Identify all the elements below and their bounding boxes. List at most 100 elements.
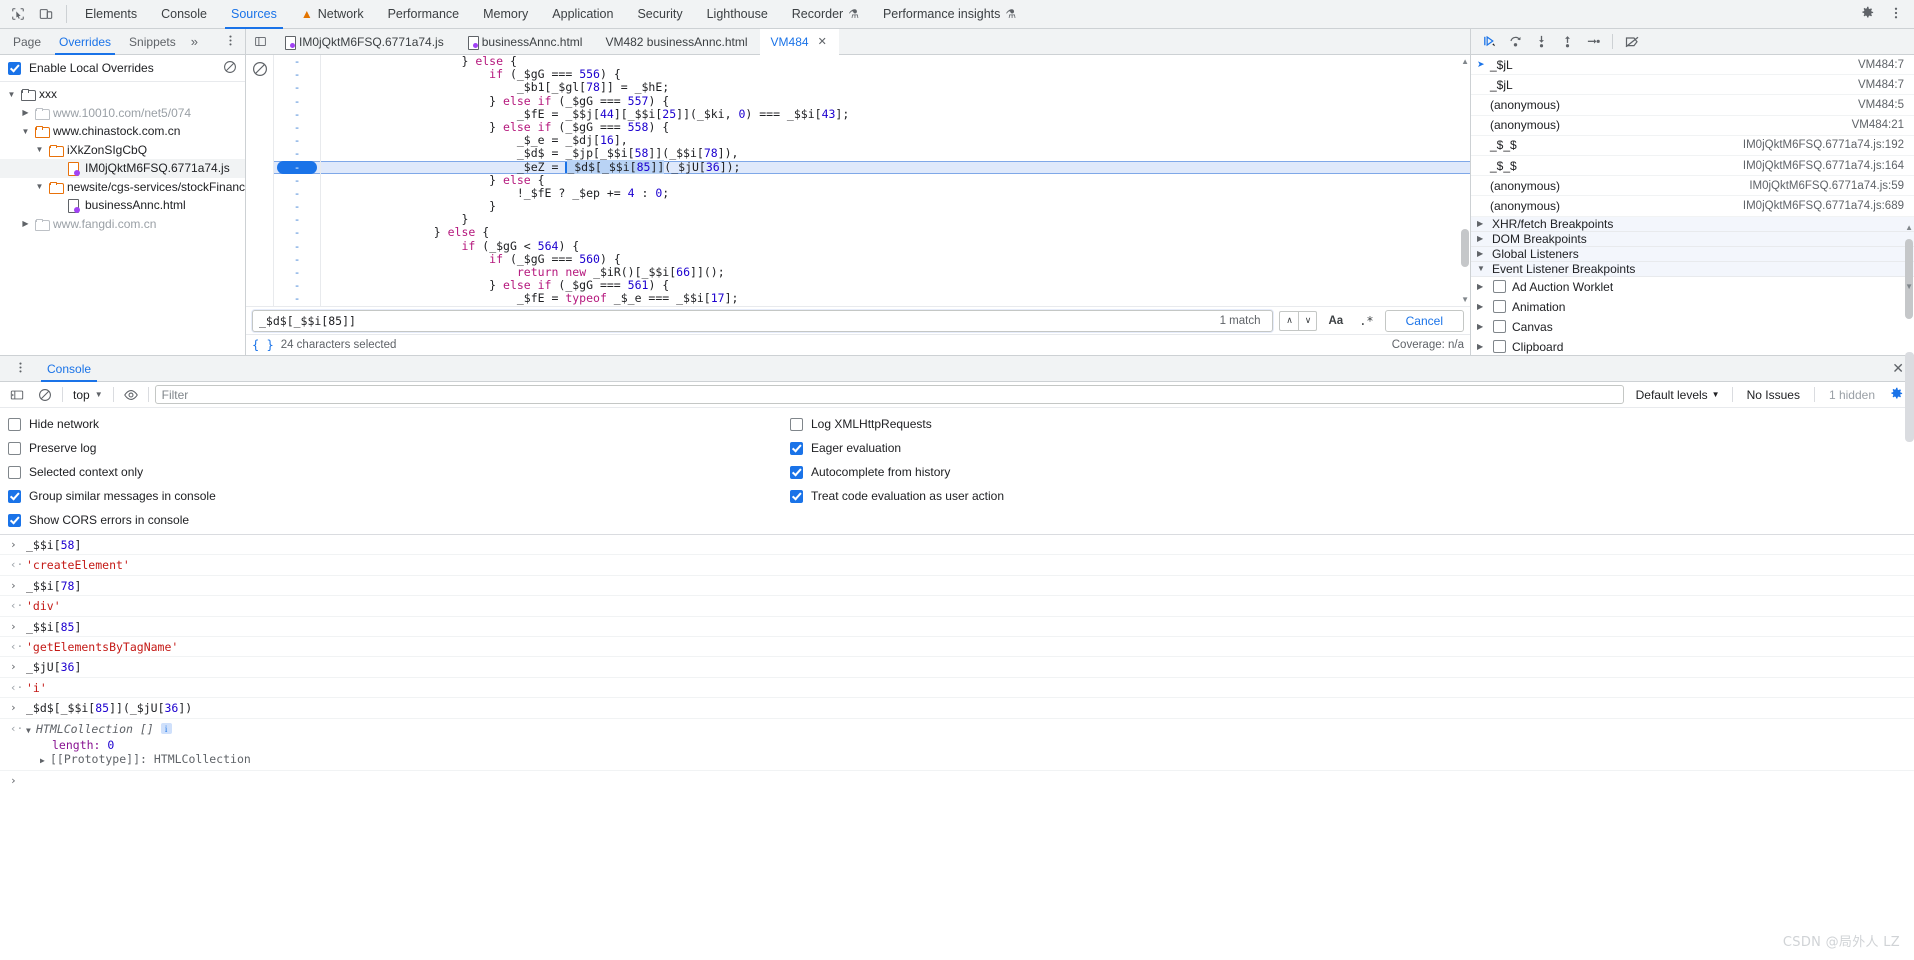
log-levels-selector[interactable]: Default levels ▼ (1630, 388, 1726, 402)
line-number[interactable]: - (274, 226, 320, 239)
tree-node-businessannc-html[interactable]: ▶ businessAnnc.html (0, 196, 245, 215)
clear-console-icon[interactable] (34, 385, 56, 405)
line-number[interactable]: - (274, 253, 320, 266)
tab-network[interactable]: ▲ Network (289, 0, 376, 29)
line-number[interactable]: - (274, 240, 320, 253)
inspect-element-icon[interactable] (4, 2, 32, 26)
info-icon[interactable]: i (160, 723, 172, 735)
navigator-more-options-icon[interactable] (216, 34, 245, 50)
code-editor[interactable]: - } else {- if (_$gG === 556) {- _$b1[_$… (246, 55, 1470, 306)
event-listener-breakpoint-item[interactable]: ▶ Canvas (1471, 317, 1914, 337)
code-line[interactable]: - _$b1[_$gl[78]] = _$hE; (274, 81, 1470, 95)
call-stack-location[interactable]: IM0jQktM6FSQ.6771a74.js:164 (1743, 160, 1904, 172)
chevron-down-icon[interactable]: ▼ (26, 724, 36, 738)
code-line[interactable]: - } else { (274, 173, 1470, 187)
step-icon[interactable] (1581, 31, 1605, 53)
scroll-down-arrow-icon[interactable]: ▼ (1461, 295, 1469, 304)
editor-tab-im0jqktm6fsq-js[interactable]: IM0jQktM6FSQ.6771a74.js (273, 29, 456, 55)
line-number[interactable]: - (274, 81, 320, 94)
drawer-more-options-icon[interactable] (6, 361, 35, 377)
console-output-message[interactable]: ‹·'div' (0, 596, 1914, 617)
tab-console[interactable]: Console (149, 0, 219, 29)
tab-performance-insights[interactable]: Performance insights ⚗ (871, 0, 1028, 29)
console-sidebar-toggle-icon[interactable] (6, 385, 28, 405)
line-number[interactable]: - (277, 160, 317, 174)
event-listener-checkbox[interactable] (1493, 280, 1506, 293)
scrollbar-thumb[interactable] (1461, 229, 1469, 267)
tree-node-ixkzonsigcbq[interactable]: ▼ iXkZonSIgCbQ (0, 141, 245, 160)
clear-overrides-icon[interactable] (223, 60, 237, 77)
tree-node-10010[interactable]: ▶ www.10010.com/net5/074 (0, 104, 245, 123)
editor-tab-businessannc-html[interactable]: businessAnnc.html (456, 29, 595, 55)
show-navigator-icon[interactable] (248, 35, 273, 48)
chevron-right-icon[interactable]: ▶ (1477, 322, 1487, 331)
console-left-setting-row[interactable]: Group similar messages in console (8, 489, 790, 503)
section-global-listeners[interactable]: ▶ Global Listeners (1471, 246, 1914, 262)
line-number[interactable]: - (274, 200, 320, 213)
console-left-setting-row[interactable]: Preserve log (8, 441, 790, 455)
chevron-right-icon[interactable]: ▶ (1477, 342, 1487, 351)
console-input-message[interactable]: › _$jU[36] (0, 657, 1914, 678)
console-right-setting-row[interactable]: Treat code evaluation as user action (790, 489, 1004, 503)
call-stack-location[interactable]: IM0jQktM6FSQ.6771a74.js:689 (1743, 200, 1904, 212)
scroll-up-arrow-icon[interactable]: ▲ (1461, 57, 1469, 66)
line-number[interactable]: - (274, 134, 320, 147)
console-output-message[interactable]: ‹·'i' (0, 678, 1914, 699)
more-options-icon[interactable] (1882, 6, 1910, 23)
tree-node-chinastock[interactable]: ▼ www.chinastock.com.cn (0, 122, 245, 141)
line-number[interactable]: - (274, 174, 320, 187)
tab-memory[interactable]: Memory (471, 0, 540, 29)
line-number[interactable]: - (274, 279, 320, 292)
console-object-message[interactable]: ‹· ▼ HTMLCollection [] i length: 0 ▶ [[Protot… (0, 719, 1914, 771)
call-stack-row[interactable]: (anonymous) IM0jQktM6FSQ.6771a74.js:59 (1471, 176, 1914, 197)
setting-checkbox[interactable] (790, 441, 803, 455)
page-scrollbar-thumb[interactable] (1905, 352, 1914, 442)
event-listener-breakpoint-item[interactable]: ▶ Ad Auction Worklet (1471, 277, 1914, 297)
call-stack-row[interactable]: _$_$ IM0jQktM6FSQ.6771a74.js:164 (1471, 156, 1914, 177)
match-case-toggle[interactable]: Aa (1323, 315, 1348, 327)
call-stack-location[interactable]: VM484:7 (1858, 79, 1904, 91)
chevron-right-icon[interactable]: ▶ (1477, 282, 1487, 291)
tab-security[interactable]: Security (625, 0, 694, 29)
console-input-message[interactable]: › _$$i[78] (0, 576, 1914, 597)
code-line[interactable]: - _$fE = _$$j[44][_$$i[25]](_$ki, 0) ===… (274, 107, 1470, 121)
call-stack-row[interactable]: (anonymous) VM484:5 (1471, 95, 1914, 116)
code-line[interactable]: - } else { (274, 226, 1470, 240)
setting-checkbox[interactable] (8, 417, 21, 431)
code-line[interactable]: - if (_$gG < 564) { (274, 239, 1470, 253)
code-line[interactable]: - _$d$ = _$jp[_$$i[58]](_$$i[78]), (274, 147, 1470, 161)
event-listener-breakpoint-item[interactable]: ▶ Clipboard (1471, 337, 1914, 356)
tab-elements[interactable]: Elements (73, 0, 149, 29)
line-number[interactable]: - (274, 121, 320, 134)
console-right-setting-row[interactable]: Autocomplete from history (790, 465, 1004, 479)
editor-tab-vm482[interactable]: VM482 businessAnnc.html (594, 29, 759, 55)
device-toolbar-icon[interactable] (32, 2, 60, 26)
enable-local-overrides-row[interactable]: Enable Local Overrides (0, 55, 245, 82)
deactivate-breakpoints-icon[interactable] (1620, 31, 1644, 53)
cancel-button[interactable]: Cancel (1384, 309, 1464, 332)
call-stack-location[interactable]: VM484:5 (1858, 99, 1904, 111)
call-stack-row[interactable]: (anonymous) VM484:21 (1471, 116, 1914, 136)
console-input-message[interactable]: › _$$i[85] (0, 617, 1914, 637)
event-listener-breakpoint-item[interactable]: ▶ Animation (1471, 297, 1914, 317)
event-listener-checkbox[interactable] (1493, 320, 1506, 333)
execution-context-selector[interactable]: top ▼ (69, 388, 107, 402)
chevron-down-icon[interactable]: ▼ (6, 90, 17, 99)
tab-performance[interactable]: Performance (376, 0, 472, 29)
line-number[interactable]: - (274, 213, 320, 226)
line-number[interactable]: - (274, 95, 320, 108)
call-stack-location[interactable]: IM0jQktM6FSQ.6771a74.js:59 (1749, 180, 1904, 192)
setting-checkbox[interactable] (790, 489, 803, 503)
issues-status-text[interactable]: No Issues (1739, 388, 1808, 402)
step-out-icon[interactable] (1555, 31, 1579, 53)
line-number[interactable]: - (274, 187, 320, 200)
search-next-button[interactable]: ∨ (1298, 310, 1318, 331)
line-number[interactable]: - (274, 68, 320, 81)
call-stack-location[interactable]: VM484:21 (1852, 119, 1904, 131)
section-dom-breakpoints[interactable]: ▶ DOM Breakpoints (1471, 231, 1914, 247)
tab-lighthouse[interactable]: Lighthouse (695, 0, 780, 29)
console-output-message[interactable]: ‹·'createElement' (0, 555, 1914, 576)
console-filter-input[interactable]: Filter (154, 385, 1624, 404)
console-prompt-row[interactable]: › (0, 771, 1914, 791)
tree-node-xxx[interactable]: ▼ xxx (0, 85, 245, 104)
